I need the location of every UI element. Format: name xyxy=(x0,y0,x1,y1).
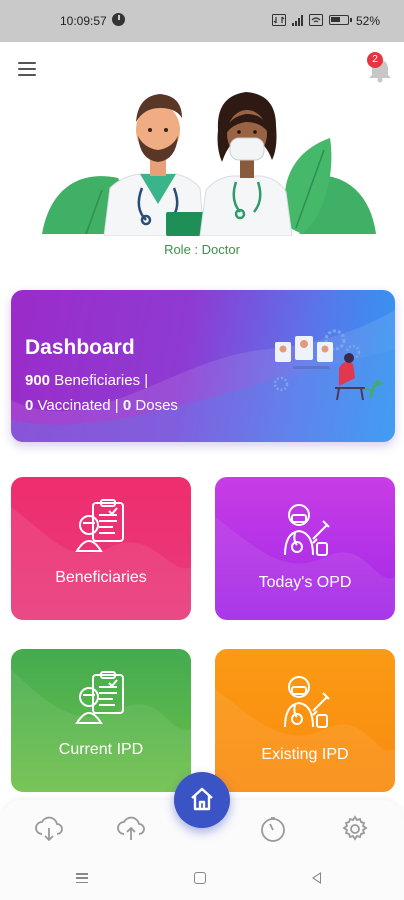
doctor-vaccine-icon xyxy=(284,504,330,556)
doses-label: Doses xyxy=(135,397,178,414)
notification-badge: 2 xyxy=(367,52,383,68)
dashboard-vaccination-line: 0 Vaccinated | 0 Doses xyxy=(25,397,178,414)
doctors-illustration xyxy=(42,92,376,236)
cloud-upload-icon[interactable] xyxy=(116,814,146,844)
timer-icon[interactable] xyxy=(258,814,288,844)
current-ipd-tile[interactable]: Current IPD xyxy=(11,649,191,792)
todays-opd-tile-label: Today's OPD xyxy=(258,574,352,591)
home-button[interactable] xyxy=(174,772,230,828)
clipboard-doctor-icon xyxy=(75,671,124,724)
vaccinated-label: Vaccinated xyxy=(37,397,111,414)
dashboard-title: Dashboard xyxy=(25,336,135,359)
status-bar: 10:09:57 52% xyxy=(0,0,404,42)
existing-ipd-tile-label: Existing IPD xyxy=(261,746,349,763)
back-triangle-icon[interactable] xyxy=(312,872,321,884)
status-time: 10:09:57 xyxy=(60,14,107,28)
data-icon xyxy=(272,14,286,26)
separator: | xyxy=(144,372,149,389)
cloud-download-icon[interactable] xyxy=(34,814,64,844)
vaccinated-count: 0 xyxy=(25,397,34,414)
signal-icon xyxy=(292,14,303,26)
battery-icon xyxy=(329,15,352,25)
existing-ipd-tile[interactable]: Existing IPD xyxy=(215,649,395,792)
dashboard-beneficiaries-line: 900 Beneficiaries | xyxy=(25,372,148,389)
dashboard-illustration xyxy=(273,329,384,401)
todays-opd-tile[interactable]: Today's OPD xyxy=(215,477,395,620)
alarm-icon xyxy=(112,13,125,26)
android-nav-bar xyxy=(0,862,404,900)
recent-apps-icon[interactable] xyxy=(76,873,88,883)
battery-percent: 52% xyxy=(356,14,381,28)
wifi-icon xyxy=(309,14,323,26)
dashboard-card[interactable]: Dashboard 900 Beneficiaries | 0 Vaccinat… xyxy=(11,290,395,442)
home-square-icon[interactable] xyxy=(194,872,206,884)
role-text: Role : Doctor xyxy=(164,242,240,257)
beneficiaries-label: Beneficiaries xyxy=(54,372,141,389)
hamburger-menu-icon[interactable] xyxy=(18,62,36,76)
beneficiaries-tile[interactable]: Beneficiaries xyxy=(11,477,191,620)
doctor-vaccine-icon xyxy=(284,676,330,728)
home-icon xyxy=(191,787,213,811)
doses-count: 0 xyxy=(122,397,132,414)
status-icons xyxy=(272,14,352,26)
clipboard-doctor-icon xyxy=(75,499,124,552)
beneficiaries-count: 900 xyxy=(25,372,51,389)
separator: | xyxy=(114,397,119,414)
beneficiaries-tile-label: Beneficiaries xyxy=(55,569,147,586)
settings-icon[interactable] xyxy=(340,814,370,844)
current-ipd-tile-label: Current IPD xyxy=(58,741,144,758)
